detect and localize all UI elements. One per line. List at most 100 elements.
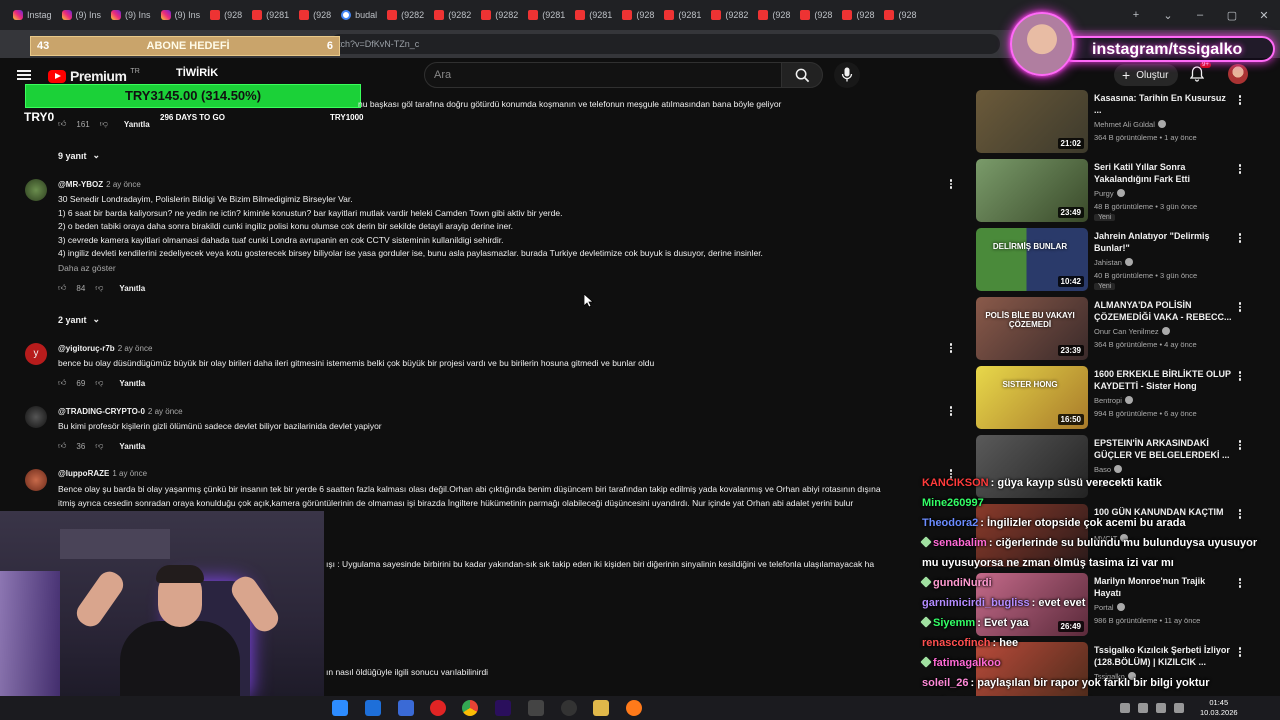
video-title[interactable]: EPSTEIN'İN ARKASINDAKİ GÜÇLER VE BELGELE… bbox=[1094, 437, 1234, 461]
video-title[interactable]: Seri Katil Yıllar Sonra Yakalandığını Fa… bbox=[1094, 161, 1234, 185]
like-icon[interactable]: 👍︎ bbox=[58, 119, 66, 129]
channel-name[interactable]: Baso bbox=[1094, 465, 1123, 474]
dislike-icon[interactable]: 👎︎ bbox=[95, 283, 103, 293]
comment-time[interactable]: 2 ay önce bbox=[118, 344, 153, 353]
browser-tab[interactable]: (928 bbox=[795, 4, 837, 26]
firefox-icon[interactable] bbox=[626, 700, 642, 716]
comment-author[interactable]: @MR-YBOZ bbox=[58, 180, 103, 189]
channel-name[interactable]: Purgy bbox=[1094, 189, 1125, 198]
avatar[interactable]: y bbox=[25, 343, 47, 365]
maximize-icon[interactable]: ▢ bbox=[1216, 9, 1248, 22]
video-thumbnail[interactable]: 23:49 bbox=[976, 159, 1088, 222]
browser-tab[interactable]: Instag bbox=[8, 4, 57, 26]
video-title[interactable]: Kasasına: Tarihin En Kusursuz ... bbox=[1094, 92, 1234, 116]
replies-toggle[interactable]: 9 yanıt ⌄ bbox=[58, 150, 100, 161]
browser-tab[interactable]: (9281 bbox=[570, 4, 617, 26]
opera-icon[interactable] bbox=[430, 700, 446, 716]
reply-button[interactable]: Yanıtla bbox=[124, 120, 150, 129]
premiere-icon[interactable] bbox=[495, 700, 511, 716]
new-tab-icon[interactable]: + bbox=[1120, 9, 1152, 21]
browser-tab[interactable]: (928 bbox=[879, 4, 921, 26]
more-icon[interactable] bbox=[949, 342, 953, 354]
related-video[interactable]: DELİRMİŞ BUNLAR 10:42 Jahrein Anlatıyor "D… bbox=[976, 228, 1266, 292]
avatar[interactable] bbox=[25, 179, 47, 201]
more-icon[interactable] bbox=[1238, 163, 1242, 175]
browser-tab[interactable]: (9) Ins bbox=[57, 4, 107, 26]
app-icon[interactable] bbox=[398, 700, 414, 716]
reply-button[interactable]: Yanıtla bbox=[119, 379, 145, 388]
replies-toggle[interactable]: 2 yanıt ⌄ bbox=[58, 314, 100, 325]
comment-time[interactable]: 2 ay önce bbox=[148, 407, 183, 416]
volume-icon[interactable] bbox=[1156, 703, 1166, 713]
file-explorer-icon[interactable] bbox=[332, 700, 348, 716]
wifi-icon[interactable] bbox=[1138, 703, 1148, 713]
related-video[interactable]: POLİS BİLE BU VAKAYI ÇÖZEMEDİ 23:39 ALMANY… bbox=[976, 297, 1266, 361]
video-title[interactable]: ALMANYA'DA POLİSİN ÇÖZEMEDİĞİ VAKA - REB… bbox=[1094, 299, 1234, 323]
like-icon[interactable]: 👍︎ bbox=[58, 378, 66, 388]
battery-icon[interactable] bbox=[1174, 703, 1184, 713]
channel-name[interactable]: Onur Can Yenilmez bbox=[1094, 327, 1170, 336]
voice-search-button[interactable] bbox=[834, 62, 860, 88]
more-icon[interactable] bbox=[949, 178, 953, 190]
tray-icon[interactable] bbox=[1120, 703, 1130, 713]
channel-name[interactable]: Mehmet Ali Güldal bbox=[1094, 120, 1166, 129]
address-field[interactable]: tch?v=DfKvN-TZn_c bbox=[330, 34, 1000, 54]
browser-tab[interactable]: (9) Ins bbox=[156, 4, 206, 26]
browser-tab[interactable]: (928 bbox=[753, 4, 795, 26]
browser-tab[interactable]: (9281 bbox=[247, 4, 294, 26]
clock[interactable]: 01:45 10.03.2026 bbox=[1200, 698, 1238, 718]
browser-tab[interactable]: (928 bbox=[617, 4, 659, 26]
video-thumbnail[interactable]: DELİRMİŞ BUNLAR 10:42 bbox=[976, 228, 1088, 291]
more-icon[interactable] bbox=[1238, 370, 1242, 382]
comment-author[interactable]: @TRADING-CRYPTO-0 bbox=[58, 407, 145, 416]
video-thumbnail[interactable]: POLİS BİLE BU VAKAYI ÇÖZEMEDİ 23:39 bbox=[976, 297, 1088, 360]
folder-icon[interactable] bbox=[593, 700, 609, 716]
video-title[interactable]: 1600 ERKEKLE BİRLİKTE OLUP KAYDETTİ - Si… bbox=[1094, 368, 1234, 392]
obs-icon[interactable] bbox=[561, 700, 577, 716]
more-icon[interactable] bbox=[1238, 439, 1242, 451]
avatar[interactable] bbox=[25, 469, 47, 491]
notifications-button[interactable]: 9+ bbox=[1189, 62, 1211, 87]
search-input[interactable]: Ara bbox=[424, 62, 782, 88]
comment-author[interactable]: @yigitoruç-r7b bbox=[58, 344, 115, 353]
related-video[interactable]: 21:02 Kasasına: Tarihin En Kusursuz ... Me… bbox=[976, 90, 1266, 154]
dislike-icon[interactable]: 👎︎ bbox=[95, 378, 103, 388]
video-thumbnail[interactable]: 21:02 bbox=[976, 90, 1088, 153]
browser-tab[interactable]: (928 bbox=[294, 4, 336, 26]
channel-name[interactable]: Bentropi bbox=[1094, 396, 1133, 405]
browser-tab[interactable]: (9281 bbox=[523, 4, 570, 26]
reply-button[interactable]: Yanıtla bbox=[119, 284, 145, 293]
chevron-down-icon[interactable]: ⌄ bbox=[1152, 9, 1184, 22]
dislike-icon[interactable]: 👎︎ bbox=[95, 441, 103, 451]
browser-tab[interactable]: (9282 bbox=[476, 4, 523, 26]
minimize-icon[interactable]: – bbox=[1184, 9, 1216, 21]
search-button[interactable] bbox=[781, 62, 823, 88]
app-icon[interactable] bbox=[528, 700, 544, 716]
more-icon[interactable] bbox=[949, 405, 953, 417]
show-less-button[interactable]: Daha az göster bbox=[58, 262, 763, 276]
comment-time[interactable]: 1 ay önce bbox=[112, 469, 147, 478]
video-thumbnail[interactable]: SISTER HONG 16:50 bbox=[976, 366, 1088, 429]
related-video[interactable]: 23:49 Seri Katil Yıllar Sonra Yakalandığı… bbox=[976, 159, 1266, 223]
close-icon[interactable]: ✕ bbox=[1248, 9, 1280, 22]
youtube-logo[interactable]: Premium TR bbox=[48, 68, 140, 84]
comment-time[interactable]: 2 ay önce bbox=[106, 180, 141, 189]
browser-tab[interactable]: (9282 bbox=[382, 4, 429, 26]
browser-tab[interactable]: (9282 bbox=[706, 4, 753, 26]
store-icon[interactable] bbox=[365, 700, 381, 716]
browser-tab[interactable]: budal bbox=[336, 4, 382, 26]
create-button[interactable]: + Oluştur bbox=[1114, 64, 1179, 86]
channel-name[interactable]: Jahistan bbox=[1094, 258, 1133, 267]
menu-icon[interactable] bbox=[17, 70, 31, 80]
browser-tab[interactable]: (9281 bbox=[659, 4, 706, 26]
more-icon[interactable] bbox=[1238, 232, 1242, 244]
reply-button[interactable]: Yanıtla bbox=[119, 442, 145, 451]
browser-tab[interactable]: (928 bbox=[837, 4, 879, 26]
avatar[interactable] bbox=[25, 406, 47, 428]
like-icon[interactable]: 👍︎ bbox=[58, 441, 66, 451]
video-title[interactable]: Jahrein Anlatıyor "Delirmiş Bunlar!" bbox=[1094, 230, 1234, 254]
related-video[interactable]: SISTER HONG 16:50 1600 ERKEKLE BİRLİKTE OL… bbox=[976, 366, 1266, 430]
more-icon[interactable] bbox=[1238, 94, 1242, 106]
comment-author[interactable]: @luppoRAZE bbox=[58, 469, 109, 478]
dislike-icon[interactable]: 👎︎ bbox=[100, 119, 108, 129]
